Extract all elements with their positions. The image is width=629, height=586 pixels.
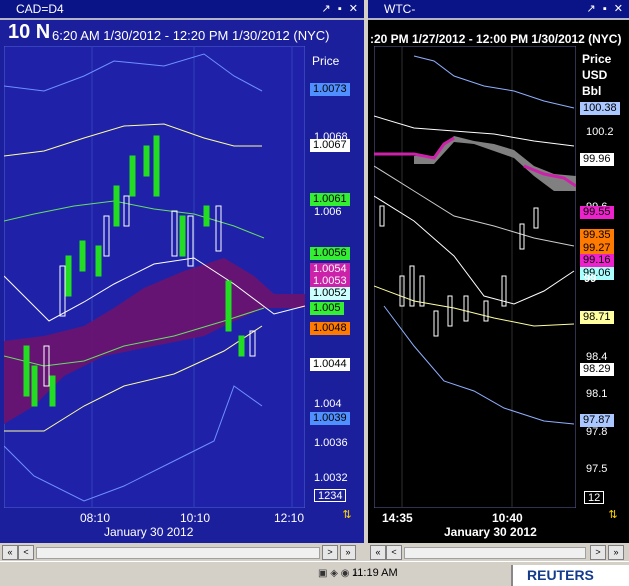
candle (31, 365, 38, 407)
wtc-chart-plot[interactable] (374, 46, 576, 508)
window-title: WTC- (384, 2, 416, 16)
window-titlebar-wtc[interactable]: WTC- ↗ ▪ ✕ (368, 0, 629, 18)
candle (238, 335, 245, 357)
window-titlebar-cad[interactable]: CAD=D4 ↗ ▪ ✕ (0, 0, 364, 18)
price-tag: 99.96 (580, 153, 614, 166)
x-axis-date: January 30 2012 (444, 525, 537, 539)
reuters-logo[interactable]: REUTERS (511, 565, 629, 586)
chart-pane-wtc[interactable]: WTC- ↗ ▪ ✕ :20 PM 1/27/2012 - 12:00 PM 1… (368, 0, 629, 561)
window-controls-icon[interactable]: ↗ ▪ ✕ (587, 0, 625, 18)
price-tag: 1.0039 (310, 412, 350, 425)
candle (23, 345, 30, 397)
plot-frame (4, 46, 305, 508)
price-scale-label: 1.0032 (314, 472, 348, 484)
window-title: CAD=D4 (16, 2, 64, 16)
price-tag: 1.0061 (310, 193, 350, 206)
axis-caption-currency: USD (582, 68, 608, 82)
price-scale-label: 97.5 (586, 463, 608, 475)
price-scale-label: 1.004 (314, 398, 342, 410)
nav-next-icon[interactable]: > (590, 545, 606, 560)
x-tick-1040: 10:40 (492, 511, 523, 525)
price-tag: 1.0056 (310, 247, 350, 260)
price-tag: 1.0067 (310, 139, 350, 152)
scale-toggle-icon[interactable]: ⇅ (340, 508, 354, 521)
axis-caption-unit: Bbl (582, 84, 602, 98)
scale-label-99: 99 (584, 273, 597, 285)
time-range: 6:20 AM 1/30/2012 - 12:20 PM 1/30/2012 (… (52, 28, 330, 43)
price-tag: 1.0048 (310, 322, 350, 335)
candle (143, 145, 150, 177)
candle (203, 205, 210, 227)
interval-label: 10 N (8, 21, 51, 43)
price-scale-label: 100.2 (586, 126, 614, 138)
x-tick-1010: 10:10 (180, 511, 211, 525)
chart-pane-cad[interactable]: CAD=D4 ↗ ▪ ✕ 10 N 6:20 AM 1/30/2012 - 12… (0, 0, 364, 561)
taskbar: ▣ ◈ ◉ ♪ 11:19 AM REUTERS (0, 561, 629, 586)
x-tick-1435: 14:35 (382, 511, 413, 525)
left-navigation-bar: « < > » (0, 543, 364, 561)
price-tag: 99.16 (580, 254, 614, 267)
scale-toggle-icon[interactable]: ⇅ (606, 508, 620, 521)
price-tag: 1.0073 (310, 83, 350, 96)
pane-splitter[interactable] (364, 0, 368, 561)
price-scale-label: 1.0036 (314, 437, 348, 449)
titlebar-divider (368, 18, 629, 20)
volume-box: 12 (584, 491, 605, 504)
axis-caption: Price (312, 54, 340, 68)
right-navigation-bar: « < > » (368, 543, 629, 561)
nav-prev-icon[interactable]: < (18, 545, 34, 560)
scrollbar-track[interactable] (36, 547, 320, 559)
price-scale-label: 97.8 (586, 426, 608, 438)
candle (179, 215, 186, 257)
price-scale-label: 98.4 (586, 351, 608, 363)
price-scale-label: 1.006 (314, 206, 342, 218)
price-tag: 1.0044 (310, 358, 350, 371)
x-axis-date: January 30 2012 (104, 525, 194, 539)
price-tag: 98.71 (580, 311, 614, 324)
time-range: :20 PM 1/27/2012 - 12:00 PM 1/30/2012 (N… (370, 32, 622, 46)
candle (95, 245, 102, 277)
price-tag: 100.38 (580, 102, 620, 115)
axis-caption-price: Price (582, 52, 612, 66)
titlebar-divider (0, 18, 364, 20)
candle (153, 135, 160, 197)
price-tag: 1.005 (310, 302, 344, 315)
candle (129, 155, 136, 197)
price-tag: 97.87 (580, 414, 614, 427)
nav-next-icon[interactable]: > (322, 545, 338, 560)
nav-last-icon[interactable]: » (608, 545, 624, 560)
taskbar-clock: 11:19 AM (352, 567, 398, 579)
volume-box: 1234 (314, 489, 347, 502)
nav-last-icon[interactable]: » (340, 545, 356, 560)
candle (65, 255, 72, 297)
window-controls-icon[interactable]: ↗ ▪ ✕ (322, 0, 360, 18)
nav-prev-icon[interactable]: < (386, 545, 402, 560)
scrollbar-track[interactable] (404, 547, 586, 559)
price-tag: 99.55 (580, 206, 614, 219)
candle (225, 280, 232, 332)
candle (49, 375, 56, 407)
nav-first-icon[interactable]: « (2, 545, 18, 560)
x-tick-1210: 12:10 (274, 511, 305, 525)
x-tick-0810: 08:10 (80, 511, 111, 525)
nav-first-icon[interactable]: « (370, 545, 386, 560)
price-scale-label: 98.1 (586, 388, 608, 400)
candle (79, 240, 86, 272)
price-tag: 1.0052 (310, 287, 350, 300)
cad-chart-plot[interactable] (4, 46, 305, 508)
price-tag: 98.29 (580, 363, 614, 376)
candle (113, 185, 120, 227)
price-tag: 99.35 (580, 229, 614, 242)
